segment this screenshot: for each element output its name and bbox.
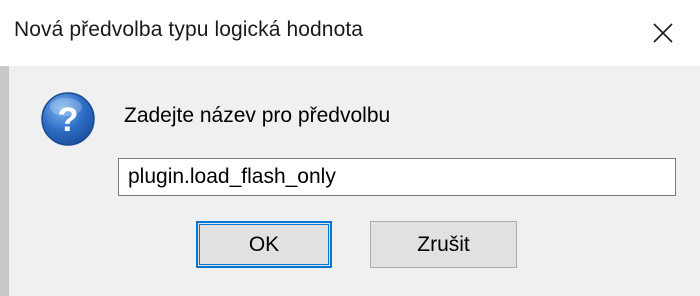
window-left-edge [0,66,9,296]
window-title: Nová předvolba typu logická hodnota [14,18,364,41]
question-icon: ? [41,92,95,146]
svg-text:?: ? [58,101,79,139]
cancel-button-label: Zrušit [417,232,470,256]
preference-name-input[interactable] [118,158,676,196]
ok-button[interactable]: OK [196,221,332,268]
close-icon [653,23,673,43]
close-button[interactable] [632,0,700,66]
prompt-label: Zadejte název pro předvolbu [124,104,391,127]
ok-button-label: OK [248,232,280,256]
title-bar[interactable]: Nová předvolba typu logická hodnota [0,0,700,66]
cancel-button[interactable]: Zrušit [370,221,517,268]
dialog-window: Nová předvolba typu logická hodnota ? Za… [0,0,700,296]
